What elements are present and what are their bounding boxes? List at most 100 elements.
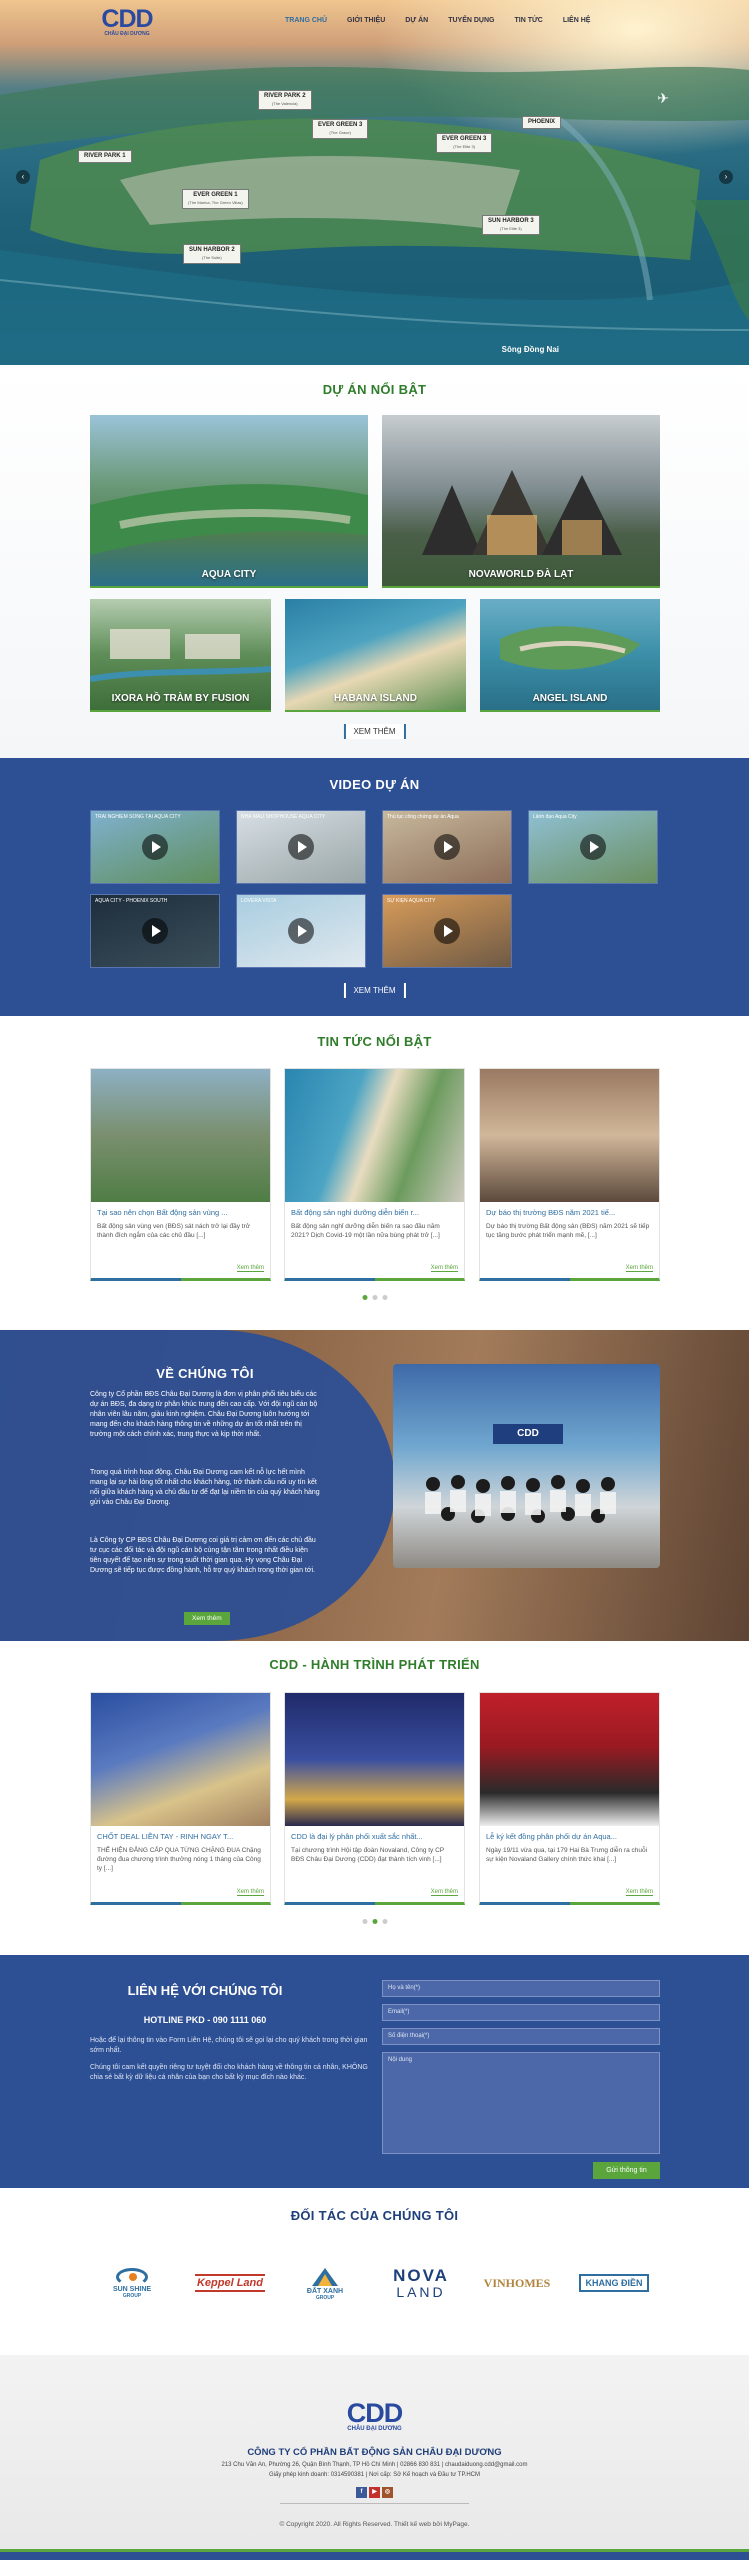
video-thumbnail[interactable]: AQUA CITY - PHOENIX SOUTH xyxy=(90,894,220,968)
map-label: PHOENIX xyxy=(522,116,562,129)
company-address: 213 Chu Văn An, Phường 26, Quận Bình Thạ… xyxy=(221,2462,528,2468)
partner-logo-sunshine[interactable]: SUN SHINE GROUP xyxy=(92,2258,172,2308)
submit-button[interactable]: Gửi thông tin xyxy=(593,2162,660,2179)
play-icon[interactable] xyxy=(580,834,606,860)
copyright: © Copyright 2020. All Rights Reserved. T… xyxy=(279,2521,470,2528)
video-thumbnail[interactable]: NHÀ MẪU SHOPHOUSE AQUA CITY xyxy=(236,810,366,884)
read-more-link[interactable]: Xem thêm xyxy=(236,1265,264,1272)
carousel-dot[interactable] xyxy=(372,1295,377,1300)
read-more-link[interactable]: Xem thêm xyxy=(236,1889,264,1896)
chevron-right-icon[interactable]: › xyxy=(719,170,733,184)
news-card[interactable]: Bất động sản nghỉ dưỡng diễn biến r... B… xyxy=(284,1068,465,1281)
video-thumbnail[interactable]: TRẢI NGHIỆM SỐNG TẠI AQUA CITY xyxy=(90,810,220,884)
section-title: CDD - HÀNH TRÌNH PHÁT TRIỂN xyxy=(269,1657,480,1672)
news-excerpt: Bất động sản nghỉ dưỡng diễn biến ra sao… xyxy=(291,1223,440,1239)
footer-logo[interactable]: CDD CHÂU ĐẠI DƯƠNG xyxy=(0,2400,749,2433)
news-title[interactable]: Tại sao nên chọn Bất động sản vùng ... xyxy=(91,1202,270,1217)
play-icon[interactable] xyxy=(288,834,314,860)
read-more-link[interactable]: Xem thêm xyxy=(430,1265,458,1272)
menu-item-about[interactable]: GIỚI THIỆU xyxy=(337,17,395,24)
partner-logo-keppel[interactable]: Keppel Land xyxy=(190,2258,270,2308)
hotline[interactable]: HOTLINE PKD - 090 1111 060 xyxy=(90,2015,320,2025)
partner-logo-dat-xanh[interactable]: ĐẤT XANH GROUP xyxy=(285,2258,365,2308)
read-more-link[interactable]: Xem thêm xyxy=(625,1889,653,1896)
contact-section: LIÊN HỆ VỚI CHÚNG TÔI HOTLINE PKD - 090 … xyxy=(0,1955,749,2188)
menu-item-careers[interactable]: TUYỂN DỤNG xyxy=(438,17,504,24)
card-accent xyxy=(480,1278,570,1281)
airplane-icon: ✈ xyxy=(657,90,669,106)
read-more-link[interactable]: Xem thêm xyxy=(430,1889,458,1896)
footer-accent-bar xyxy=(0,2549,749,2552)
journey-image xyxy=(480,1693,659,1826)
project-name: AQUA CITY xyxy=(201,569,257,580)
news-image xyxy=(480,1069,659,1202)
project-card-ixora-ho-tram[interactable]: IXORA HỒ TRÀM BY FUSION xyxy=(90,599,271,712)
project-card-angel-island[interactable]: ANGEL ISLAND xyxy=(480,599,660,712)
carousel-dots xyxy=(362,1919,387,1924)
youtube-icon[interactable]: ▶ xyxy=(369,2487,380,2498)
instagram-icon[interactable]: ◎ xyxy=(382,2487,393,2498)
news-title[interactable]: Dự báo thị trường BĐS năm 2021 tiế... xyxy=(480,1202,659,1217)
featured-projects-section: DỰ ÁN NỔI BẬT AQUA CITY NOVAWORLD ĐÀ LẠT… xyxy=(0,365,749,758)
phone-field[interactable]: Số điện thoại(*) xyxy=(382,2028,660,2045)
section-title: VỀ CHÚNG TÔI xyxy=(156,1366,254,1381)
journey-card[interactable]: CDD là đại lý phân phối xuất sắc nhất...… xyxy=(284,1692,465,1905)
journey-excerpt: THỂ HIỆN ĐẲNG CẤP QUA TỪNG CHẶNG ĐUA Chặ… xyxy=(97,1847,261,1872)
journey-title[interactable]: CDD là đại lý phân phối xuất sắc nhất... xyxy=(285,1826,464,1841)
video-thumbnail[interactable]: Lãnh đạo Aqua City xyxy=(528,810,658,884)
project-card-habana-island[interactable]: HABANA ISLAND xyxy=(285,599,466,712)
map-label: EVER GREEN 1 (The Marina, The Green Villa… xyxy=(182,189,249,209)
news-card[interactable]: Tại sao nên chọn Bất động sản vùng ... B… xyxy=(90,1068,271,1281)
menu-item-contact[interactable]: LIÊN HỆ xyxy=(553,17,601,24)
carousel-dot[interactable] xyxy=(372,1919,377,1924)
view-more-videos-button[interactable]: XEM THÊM xyxy=(343,983,406,998)
carousel-dot[interactable] xyxy=(362,1919,367,1924)
partner-logo-vinhomes[interactable]: VINHOMES xyxy=(472,2258,562,2308)
play-icon[interactable] xyxy=(142,834,168,860)
message-field[interactable]: Nội dung xyxy=(382,2052,660,2154)
video-thumbnail[interactable]: LOVERA VISTA xyxy=(236,894,366,968)
video-thumbnail[interactable]: SỰ KIỆN AQUA CITY xyxy=(382,894,512,968)
video-title: NHÀ MẪU SHOPHOUSE AQUA CITY xyxy=(241,814,326,820)
map-label: RIVER PARK 2 (The Valencia) xyxy=(258,90,312,110)
news-card[interactable]: Dự báo thị trường BĐS năm 2021 tiế... Dự… xyxy=(479,1068,660,1281)
menu-item-projects[interactable]: DỰ ÁN xyxy=(395,17,438,24)
site-logo[interactable]: CDD CHÂU ĐẠI DƯƠNG xyxy=(92,7,162,38)
play-icon[interactable] xyxy=(434,834,460,860)
partner-logo-khang-dien[interactable]: KHANG ĐIỀN xyxy=(568,2258,660,2308)
card-accent xyxy=(285,1902,375,1905)
about-more-button[interactable]: Xem thêm xyxy=(184,1612,230,1625)
menu-item-home[interactable]: TRANG CHỦ xyxy=(275,17,337,24)
project-card-aqua-city[interactable]: AQUA CITY xyxy=(90,415,368,588)
read-more-link[interactable]: Xem thêm xyxy=(625,1265,653,1272)
section-title: ĐỐI TÁC CỦA CHÚNG TÔI xyxy=(290,2208,459,2223)
carousel-dot[interactable] xyxy=(382,1919,387,1924)
facebook-icon[interactable]: f xyxy=(356,2487,367,2498)
email-field[interactable]: Email(*) xyxy=(382,2004,660,2021)
chevron-left-icon[interactable]: ‹ xyxy=(16,170,30,184)
map-label: SUN HARBOR 3 (The Elite 3) xyxy=(482,215,540,235)
journey-card[interactable]: Lễ ký kết đồng phân phối dự án Aqua... N… xyxy=(479,1692,660,1905)
map-label: EVER GREEN 3 (The Grace) xyxy=(312,119,369,139)
view-more-projects-button[interactable]: XEM THÊM xyxy=(343,724,406,739)
project-card-novaworld-da-lat[interactable]: NOVAWORLD ĐÀ LẠT xyxy=(382,415,660,588)
video-thumbnail[interactable]: Thủ tục công chứng dự án Aqua xyxy=(382,810,512,884)
journey-title[interactable]: Lễ ký kết đồng phân phối dự án Aqua... xyxy=(480,1826,659,1841)
name-field[interactable]: Họ và tên(*) xyxy=(382,1980,660,1997)
journey-title[interactable]: CHỐT DEAL LIỀN TAY - RINH NGAY T... xyxy=(91,1826,270,1841)
play-icon[interactable] xyxy=(288,918,314,944)
partner-logo-novaland[interactable]: NOVA LAND xyxy=(376,2258,466,2308)
play-icon[interactable] xyxy=(434,918,460,944)
project-videos-section: VIDEO DỰ ÁN TRẢI NGHIỆM SỐNG TẠI AQUA CI… xyxy=(0,758,749,1016)
video-title: SỰ KIỆN AQUA CITY xyxy=(387,898,436,904)
carousel-dot[interactable] xyxy=(382,1295,387,1300)
news-title[interactable]: Bất động sản nghỉ dưỡng diễn biến r... xyxy=(285,1202,464,1217)
menu-item-news[interactable]: TIN TỨC xyxy=(504,17,552,24)
contact-paragraph: Chúng tôi cam kết quyền riêng tư tuyệt đ… xyxy=(90,2064,368,2081)
journey-card[interactable]: CHỐT DEAL LIỀN TAY - RINH NGAY T... THỂ … xyxy=(90,1692,271,1905)
card-accent xyxy=(91,1278,181,1281)
team-photo: CDD xyxy=(393,1364,660,1568)
play-icon[interactable] xyxy=(142,918,168,944)
map-label: EVER GREEN 3 (The Elite 3) xyxy=(436,133,493,153)
carousel-dot[interactable] xyxy=(362,1295,367,1300)
